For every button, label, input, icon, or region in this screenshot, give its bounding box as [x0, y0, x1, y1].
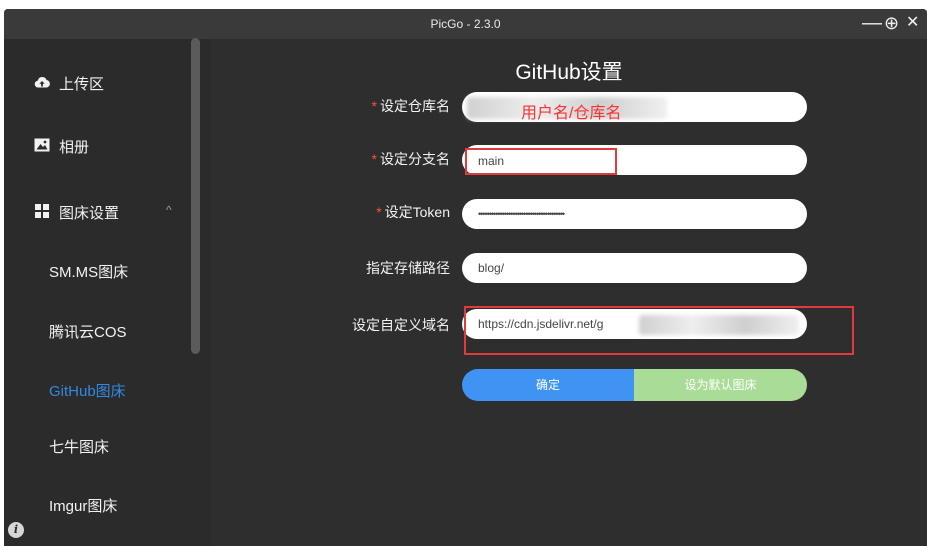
sidebar-subitem-smms[interactable]: SM.MS图床	[49, 261, 189, 291]
storage-path-input[interactable]: blog/	[462, 253, 807, 283]
annotation-repo-format: 用户名/仓库名	[521, 105, 622, 122]
highlight-box-branch	[465, 148, 617, 175]
sidebar-item-label: 上传区	[59, 76, 105, 93]
cloud-upload-icon	[34, 77, 50, 88]
required-mark: *	[371, 98, 377, 114]
image-icon	[34, 138, 50, 152]
page-title: GitHub设置	[515, 61, 623, 84]
info-icon[interactable]: i	[8, 522, 24, 538]
sidebar-subitem-tencent-cos[interactable]: 腾讯云COS	[49, 321, 189, 351]
set-default-button[interactable]: 设为默认图床	[634, 369, 807, 401]
sidebar-subitem-github[interactable]: GitHub图床	[49, 380, 189, 410]
grid-icon	[35, 204, 49, 218]
sidebar: 上传区 相册 图床设置 ^ SM.MS图床 腾讯云COS GitHub图床 七牛…	[4, 38, 211, 546]
repo-name-label: * 设定仓库名	[371, 98, 450, 114]
window-title: PicGo - 2.3.0	[430, 17, 501, 31]
close-icon[interactable]: ✕	[906, 11, 919, 35]
sidebar-item-upload[interactable]: 上传区	[4, 62, 190, 102]
title-bar: PicGo - 2.3.0 — ⊕ ✕	[4, 9, 927, 39]
required-mark: *	[371, 151, 377, 167]
branch-label: * 设定分支名	[371, 151, 450, 167]
token-input[interactable]: ••••••••••••••••••••••••••••••••••••••••	[462, 199, 807, 229]
storage-path-label: 指定存储路径	[366, 260, 450, 276]
github-settings-panel: GitHub设置 * 设定仓库名 用户名/仓库名 * 设定分支名 main * 设定T…	[211, 39, 927, 546]
sidebar-item-album[interactable]: 相册	[4, 125, 190, 165]
maximize-icon[interactable]: ⊕	[884, 11, 899, 35]
picgo-window: PicGo - 2.3.0 — ⊕ ✕ 上传区 相册 图床设置 ^ SM.MS图…	[4, 9, 927, 546]
token-label: * 设定Token	[376, 204, 450, 220]
sidebar-item-label: 相册	[59, 139, 90, 156]
minimize-icon[interactable]: —	[862, 11, 882, 35]
highlight-box-domain	[464, 306, 854, 355]
custom-domain-label: 设定自定义域名	[352, 317, 450, 333]
chevron-up-icon[interactable]: ^	[166, 203, 172, 217]
sidebar-item-picbed-settings[interactable]: 图床设置 ^	[4, 191, 190, 231]
sidebar-item-label: 图床设置	[59, 205, 120, 222]
required-mark: *	[376, 204, 382, 220]
sidebar-subitem-qiniu[interactable]: 七牛图床	[49, 436, 189, 466]
sidebar-scrollbar[interactable]	[191, 38, 200, 354]
sidebar-subitem-imgur[interactable]: Imgur图床	[49, 495, 189, 525]
confirm-button[interactable]: 确定	[462, 369, 634, 401]
